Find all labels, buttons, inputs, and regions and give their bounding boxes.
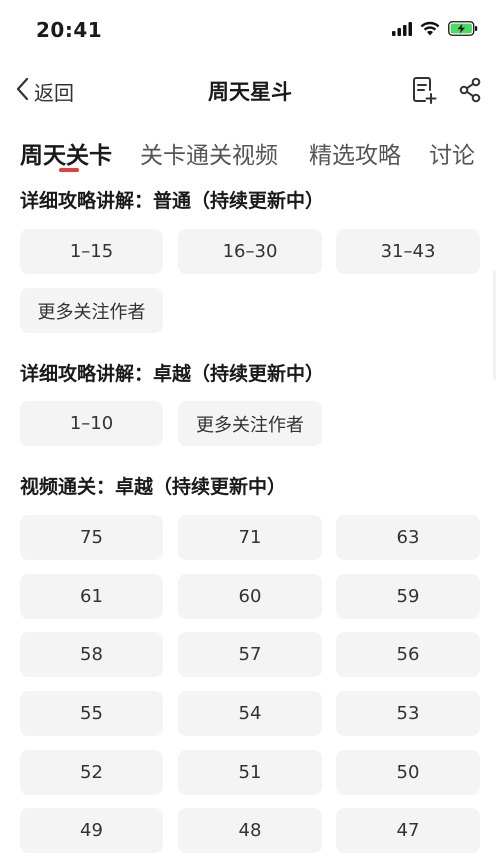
level-button[interactable]: 56	[336, 632, 480, 677]
wifi-icon	[420, 21, 440, 40]
level-button[interactable]: 57	[178, 632, 322, 677]
level-button[interactable]: 47	[336, 808, 480, 853]
tab-selected-guides[interactable]: 精选攻略	[309, 136, 401, 170]
status-icons	[392, 20, 478, 40]
grid-button[interactable]: 16–30	[178, 229, 322, 274]
share-icon[interactable]	[458, 77, 482, 103]
battery-charging-icon	[448, 20, 478, 40]
level-button[interactable]: 63	[336, 515, 480, 560]
level-button[interactable]: 75	[20, 515, 163, 560]
section-title-normal-guides: 详细攻略讲解：普通（持续更新中）	[20, 190, 325, 212]
level-button[interactable]: 60	[178, 574, 322, 619]
section-title-excellent-videos: 视频通关：卓越（持续更新中）	[20, 476, 287, 498]
grid-button[interactable]: 1–10	[20, 401, 163, 446]
tab-discussion[interactable]: 讨论	[429, 136, 475, 170]
navigation-bar: 返回 周天星斗	[0, 62, 500, 120]
content-area: 详细攻略讲解：普通（持续更新中） 1–15 16–30 31–43 更多关注作者…	[0, 180, 500, 866]
level-button[interactable]: 54	[178, 691, 322, 736]
level-button[interactable]: 55	[20, 691, 163, 736]
level-button[interactable]: 48	[178, 808, 322, 853]
grid-button[interactable]: 1–15	[20, 229, 163, 274]
status-time: 20:41	[36, 18, 103, 42]
nav-actions	[412, 76, 482, 104]
level-button[interactable]: 61	[20, 574, 163, 619]
add-note-icon[interactable]	[412, 76, 438, 104]
signal-icon	[392, 21, 412, 40]
status-bar: 20:41	[0, 0, 500, 60]
level-button[interactable]: 49	[20, 808, 163, 853]
level-button[interactable]: 52	[20, 750, 163, 795]
level-button[interactable]: 71	[178, 515, 322, 560]
scrollbar[interactable]	[493, 270, 496, 380]
level-button[interactable]: 53	[336, 691, 480, 736]
tab-level-clear-videos[interactable]: 关卡通关视频	[140, 136, 278, 170]
follow-author-button[interactable]: 更多关注作者	[178, 401, 322, 446]
tab-zhoutian-levels[interactable]: 周天关卡	[20, 136, 112, 170]
level-button[interactable]: 59	[336, 574, 480, 619]
level-button[interactable]: 58	[20, 632, 163, 677]
level-button[interactable]: 51	[178, 750, 322, 795]
follow-author-button[interactable]: 更多关注作者	[20, 288, 163, 333]
active-tab-indicator	[59, 168, 79, 172]
section-title-excellent-guides: 详细攻略讲解：卓越（持续更新中）	[20, 363, 325, 385]
grid-button[interactable]: 31–43	[336, 229, 480, 274]
level-button[interactable]: 50	[336, 750, 480, 795]
tab-bar: 周天关卡 关卡通关视频 精选攻略 讨论	[0, 128, 500, 180]
